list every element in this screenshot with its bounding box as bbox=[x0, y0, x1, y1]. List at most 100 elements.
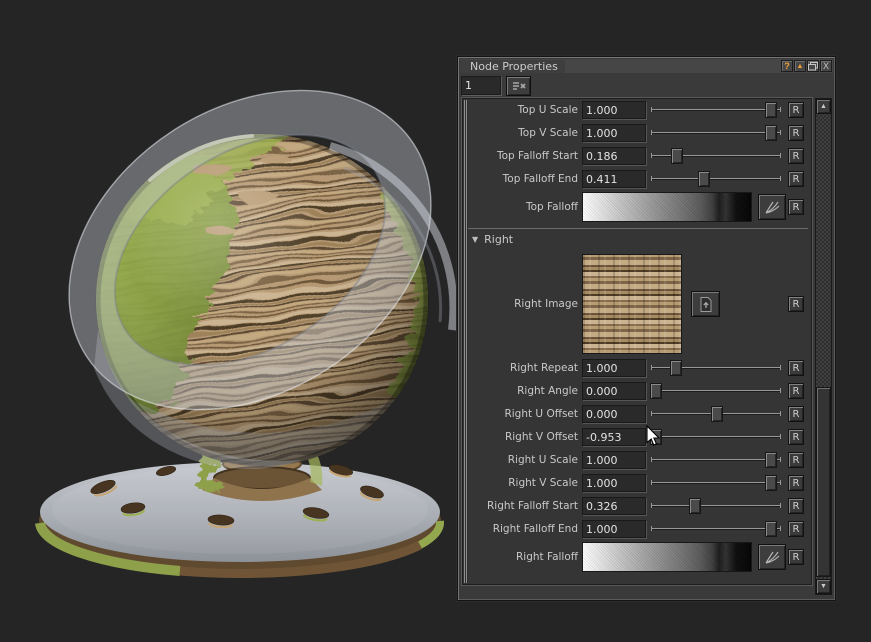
reset-button[interactable]: R bbox=[788, 125, 804, 141]
reset-button[interactable]: R bbox=[788, 406, 804, 422]
titlebar[interactable]: Node Properties ? ▲ X bbox=[460, 59, 833, 73]
slider-handle[interactable] bbox=[689, 498, 701, 514]
reset-button[interactable]: R bbox=[788, 199, 804, 215]
slider-track[interactable] bbox=[651, 178, 781, 179]
slider-handle[interactable] bbox=[711, 406, 723, 422]
param-row: Right U ScaleR bbox=[470, 451, 804, 469]
slider[interactable] bbox=[651, 452, 781, 468]
value-input[interactable] bbox=[582, 520, 646, 538]
reset-button[interactable]: R bbox=[788, 360, 804, 376]
slider[interactable] bbox=[651, 171, 781, 187]
value-input[interactable] bbox=[582, 451, 646, 469]
param-row: Right V Offset R bbox=[470, 428, 804, 446]
param-row: Top Falloff StartR bbox=[470, 147, 804, 165]
slider[interactable] bbox=[651, 429, 781, 445]
reset-button[interactable]: R bbox=[788, 498, 804, 514]
value-input[interactable] bbox=[582, 405, 646, 423]
slider-handle[interactable] bbox=[765, 475, 777, 491]
help-button[interactable]: ? bbox=[781, 60, 793, 72]
slider-track[interactable] bbox=[651, 482, 781, 483]
value-input[interactable] bbox=[582, 474, 646, 492]
section-header[interactable]: ▼Right bbox=[472, 231, 810, 248]
clear-button[interactable] bbox=[506, 76, 531, 96]
value-input[interactable] bbox=[582, 382, 646, 400]
slider-handle[interactable] bbox=[671, 148, 683, 164]
gradient-edit-button[interactable] bbox=[758, 544, 786, 570]
restore-button[interactable] bbox=[807, 60, 819, 72]
param-row: Right Falloff End R bbox=[470, 520, 804, 538]
preset-count-input[interactable] bbox=[461, 76, 501, 95]
collapse-button[interactable]: ▲ bbox=[794, 60, 806, 72]
param-label: Top U Scale bbox=[470, 104, 578, 116]
reset-button[interactable]: R bbox=[788, 383, 804, 399]
gradient-edit-button[interactable] bbox=[758, 194, 786, 220]
slider-track[interactable] bbox=[651, 436, 781, 437]
slider[interactable] bbox=[651, 102, 781, 118]
param-row: Top Falloff EndR bbox=[470, 170, 804, 188]
param-label: Right Repeat bbox=[470, 362, 578, 374]
load-image-button[interactable] bbox=[691, 291, 720, 317]
reset-button[interactable]: R bbox=[788, 549, 804, 565]
gradient-edit-icon bbox=[763, 199, 782, 216]
slider-handle[interactable] bbox=[765, 125, 777, 141]
reset-button[interactable]: R bbox=[788, 452, 804, 468]
slider-track[interactable] bbox=[651, 528, 781, 529]
load-image-icon bbox=[698, 296, 714, 313]
reset-button[interactable]: R bbox=[788, 296, 804, 312]
slider[interactable] bbox=[651, 406, 781, 422]
value-input[interactable] bbox=[582, 170, 646, 188]
param-row: Right Repeat R bbox=[470, 359, 804, 377]
clear-list-icon bbox=[511, 80, 527, 92]
scroll-thumb[interactable] bbox=[816, 387, 831, 577]
slider[interactable] bbox=[651, 521, 781, 537]
value-input[interactable] bbox=[582, 359, 646, 377]
param-row: Top FalloffR bbox=[470, 192, 804, 222]
section-collapse-icon: ▼ bbox=[472, 235, 478, 244]
slider-track[interactable] bbox=[651, 132, 781, 133]
value-input[interactable] bbox=[582, 124, 646, 142]
slider-handle[interactable] bbox=[765, 102, 777, 118]
falloff-gradient-bar bbox=[582, 192, 752, 222]
value-input[interactable] bbox=[582, 147, 646, 165]
window-title: Node Properties bbox=[460, 60, 565, 73]
section-separator bbox=[468, 228, 808, 229]
param-row: Top U Scale R bbox=[470, 101, 804, 119]
slider[interactable] bbox=[651, 475, 781, 491]
slider-handle[interactable] bbox=[670, 360, 682, 376]
reset-button[interactable]: R bbox=[788, 171, 804, 187]
close-button[interactable]: X bbox=[820, 60, 832, 72]
reset-button[interactable]: R bbox=[788, 148, 804, 164]
slider-handle[interactable] bbox=[765, 452, 777, 468]
gradient-edit-icon bbox=[763, 549, 782, 566]
reset-button[interactable]: R bbox=[788, 429, 804, 445]
slider-track[interactable] bbox=[651, 390, 781, 391]
slider[interactable] bbox=[651, 125, 781, 141]
slider-track[interactable] bbox=[651, 109, 781, 110]
slider-track[interactable] bbox=[651, 459, 781, 460]
slider[interactable] bbox=[651, 148, 781, 164]
slider-handle[interactable] bbox=[650, 383, 662, 399]
value-input[interactable] bbox=[582, 101, 646, 119]
slider[interactable] bbox=[651, 383, 781, 399]
slider-handle[interactable] bbox=[698, 171, 710, 187]
param-label: Right Falloff End bbox=[470, 523, 578, 535]
param-row: Right Falloff StartR bbox=[470, 497, 804, 515]
value-input[interactable] bbox=[582, 497, 646, 515]
param-row: Right FalloffR bbox=[470, 542, 804, 572]
slider-handle[interactable] bbox=[650, 429, 662, 445]
scroll-up-button[interactable]: ▲ bbox=[816, 99, 831, 114]
param-label: Right V Offset bbox=[470, 431, 578, 443]
node-properties-window: Node Properties ? ▲ X Top U ScaleRTop V … bbox=[457, 56, 836, 601]
slider-track[interactable] bbox=[651, 505, 781, 506]
vertical-scrollbar[interactable]: ▲ ▼ bbox=[815, 98, 832, 595]
slider[interactable] bbox=[651, 360, 781, 376]
scroll-down-button[interactable]: ▼ bbox=[816, 579, 831, 594]
restore-icon bbox=[808, 62, 818, 71]
reset-button[interactable]: R bbox=[788, 521, 804, 537]
image-thumbnail[interactable] bbox=[582, 254, 682, 354]
reset-button[interactable]: R bbox=[788, 475, 804, 491]
slider-handle[interactable] bbox=[765, 521, 777, 537]
value-input[interactable] bbox=[582, 428, 646, 446]
slider[interactable] bbox=[651, 498, 781, 514]
reset-button[interactable]: R bbox=[788, 102, 804, 118]
